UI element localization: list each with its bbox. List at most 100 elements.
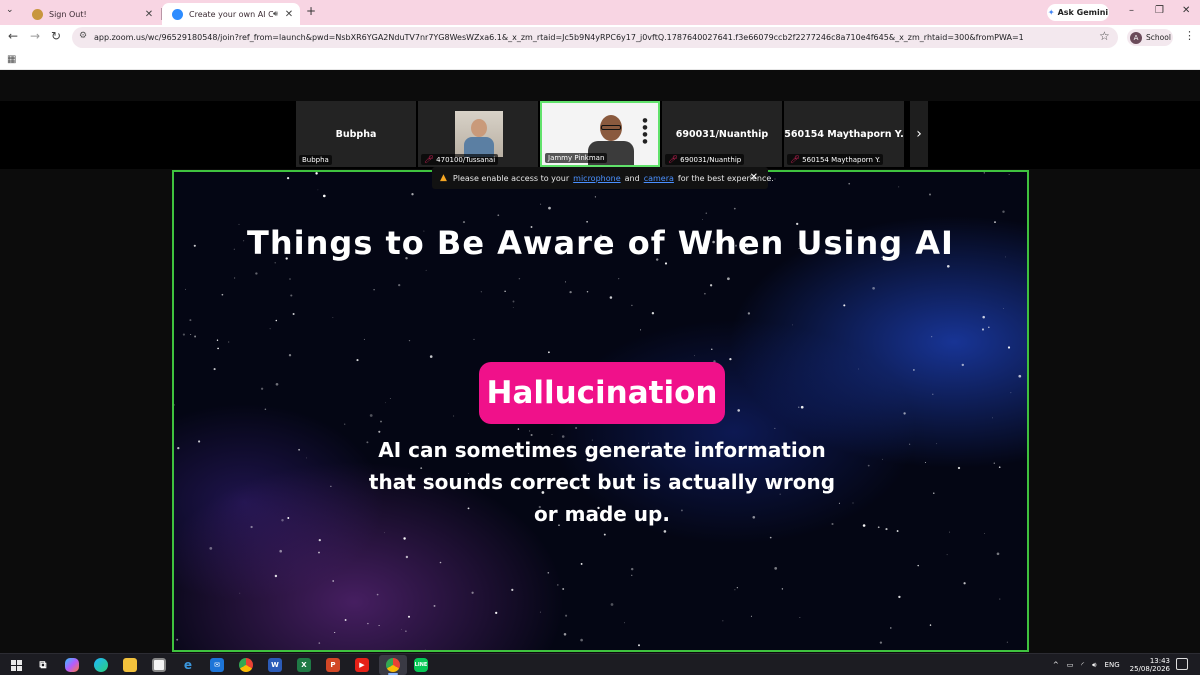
star	[631, 574, 633, 576]
bookmark-star-icon[interactable]: ☆	[1099, 29, 1110, 43]
store-icon[interactable]	[152, 658, 166, 672]
star	[315, 172, 318, 175]
camera-link[interactable]: camera	[644, 174, 674, 183]
notification-icon[interactable]	[1176, 658, 1188, 670]
file-explorer-icon[interactable]	[123, 658, 137, 672]
star	[946, 554, 948, 556]
windows-start-icon[interactable]	[9, 658, 23, 672]
star	[373, 288, 375, 291]
star	[292, 312, 295, 316]
star	[908, 443, 911, 445]
star	[403, 537, 406, 540]
participant-label: 🎤︎ 690031/Nuanthip	[665, 154, 745, 165]
notice-text: for the best experience.	[677, 173, 774, 183]
star	[518, 277, 521, 280]
star	[174, 404, 175, 406]
participant-label-text: 560154 Maythaporn Y.	[802, 155, 881, 164]
site-info-icon[interactable]: ⚙	[79, 31, 87, 41]
star	[734, 589, 736, 591]
tab-title: Create your own AI Chatbot	[189, 9, 273, 19]
tab-close-icon[interactable]: ✕	[282, 9, 296, 20]
minimize-button[interactable]: –	[1129, 5, 1134, 16]
ask-gemini-button[interactable]: ✦ Ask Gemini	[1047, 4, 1109, 21]
star	[913, 369, 915, 371]
star	[453, 415, 455, 417]
star	[981, 328, 985, 331]
copilot-icon[interactable]	[65, 658, 79, 672]
word-icon[interactable]: W	[268, 658, 282, 672]
star	[288, 354, 292, 357]
url-text: app.zoom.us/wc/96529180548/join?ref_from…	[94, 33, 1024, 42]
participant-tile[interactable]: Bubpha Bubpha	[296, 101, 416, 167]
ask-gemini-label: Ask Gemini	[1057, 8, 1109, 17]
star	[931, 336, 933, 338]
star	[279, 549, 282, 553]
star	[729, 357, 732, 361]
star	[190, 334, 192, 335]
tab-favicon-icon	[32, 8, 43, 20]
powerpoint-icon[interactable]: P	[326, 658, 340, 672]
mail-icon[interactable]: ✉	[210, 658, 224, 672]
close-window-button[interactable]: ✕	[1182, 5, 1190, 16]
volume-icon[interactable]: 🔊︎	[1092, 661, 1096, 670]
edge-icon[interactable]	[94, 658, 108, 672]
youtube-icon[interactable]: ▶	[355, 658, 369, 672]
star	[511, 588, 514, 591]
bookmarks-bar: ▦	[0, 50, 1200, 70]
browser-tab-zoom[interactable]: Create your own AI Chatbot 🔊︎ ✕	[162, 3, 300, 25]
star	[228, 341, 230, 343]
menu-kebab-icon[interactable]: ⋮	[1184, 29, 1195, 42]
back-arrow-icon[interactable]: ←	[8, 29, 18, 43]
star	[385, 402, 386, 404]
language-indicator[interactable]: ENG	[1105, 661, 1120, 669]
star	[799, 617, 801, 618]
url-field[interactable]: ⚙ app.zoom.us/wc/96529180548/join?ref_fr…	[72, 27, 1118, 48]
star	[957, 466, 961, 470]
clock[interactable]: 13:43 25/08/2026	[1130, 657, 1170, 673]
star	[471, 591, 474, 594]
wifi-icon[interactable]: ◜	[1081, 661, 1084, 669]
maximize-button[interactable]: ❐	[1155, 5, 1164, 16]
star	[1010, 392, 1012, 394]
forward-arrow-icon[interactable]: →	[30, 29, 40, 43]
participant-tile-active-speaker[interactable]: ● ● ● ● Jammy Pinkman	[540, 101, 660, 167]
tab-search-icon[interactable]: ⌄	[6, 5, 14, 15]
participant-tile[interactable]: 560154 Maythaporn Y. 🎤︎ 560154 Maythaporn…	[784, 101, 904, 167]
star	[217, 347, 219, 350]
star	[798, 406, 800, 408]
close-icon[interactable]: ✕	[750, 172, 758, 183]
chevron-up-icon[interactable]: ^	[1053, 661, 1059, 669]
star	[569, 290, 572, 294]
participant-tile[interactable]: 🎤︎ 470100/Tussanai	[418, 101, 538, 167]
battery-icon[interactable]: ▭	[1067, 661, 1074, 669]
star	[630, 567, 634, 571]
next-page-chevron-icon[interactable]: ›	[910, 101, 928, 167]
speaker-icon[interactable]: 🔊︎	[273, 9, 278, 19]
new-tab-button[interactable]: +	[306, 4, 316, 18]
chrome-icon[interactable]	[239, 658, 253, 672]
microphone-link[interactable]: microphone	[573, 174, 620, 183]
star	[1008, 174, 1010, 175]
apps-grid-icon[interactable]: ▦	[7, 54, 16, 65]
line-app-icon[interactable]: LINE	[414, 658, 428, 672]
excel-icon[interactable]: X	[297, 658, 311, 672]
star	[425, 269, 427, 271]
chrome-active-icon[interactable]	[386, 658, 400, 672]
browser-tab-sign-out[interactable]: Sign Out! ✕	[22, 3, 160, 25]
clock-time: 13:43	[1149, 657, 1170, 665]
tab-close-icon[interactable]: ✕	[142, 9, 156, 20]
star	[992, 417, 993, 419]
star	[363, 338, 365, 340]
star	[540, 203, 542, 205]
reload-icon[interactable]: ↻	[51, 29, 61, 43]
ie-icon[interactable]: e	[181, 658, 195, 672]
star	[750, 615, 752, 617]
star	[781, 588, 784, 590]
star	[917, 564, 919, 567]
profile-button[interactable]: A School	[1127, 29, 1173, 46]
task-view-icon[interactable]: ⧉	[36, 658, 50, 672]
star	[334, 631, 336, 634]
participant-tile[interactable]: 690031/Nuanthip 🎤︎ 690031/Nuanthip	[662, 101, 782, 167]
participant-label-text: Jammy Pinkman	[548, 154, 605, 162]
star	[565, 614, 568, 617]
